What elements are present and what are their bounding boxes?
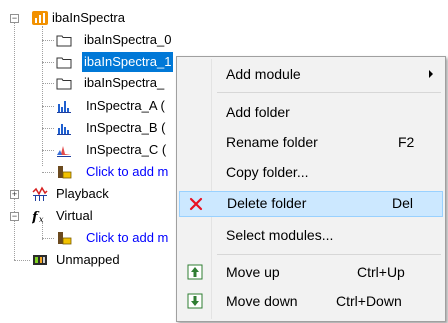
menu-item-move-down[interactable]: Move down Ctrl+Down xyxy=(179,289,443,315)
menu-item-label: Move up xyxy=(226,264,280,280)
tree-node-label: ibaInSpectra_0 xyxy=(84,32,172,47)
svg-text:x: x xyxy=(39,215,44,224)
menu-item-rename-folder[interactable]: Rename folder F2 xyxy=(179,130,443,156)
menu-item-label: Add module xyxy=(226,66,301,82)
menu-item-move-up[interactable]: Move up Ctrl+Up xyxy=(179,260,443,286)
menu-item-add-module[interactable]: Add module xyxy=(179,62,443,88)
unmapped-icon xyxy=(33,255,47,265)
collapse-toggle[interactable]: − xyxy=(10,212,19,221)
tree-node-label: Virtual xyxy=(56,208,93,223)
menu-item-copy-folder[interactable]: Copy folder... xyxy=(179,160,443,186)
tree-node-label: InSpectra_A ( xyxy=(86,98,165,113)
collapse-toggle[interactable]: − xyxy=(10,14,19,23)
tree-node-label: InSpectra_C ( xyxy=(86,142,167,157)
menu-item-shortcut: Del xyxy=(392,195,414,211)
context-menu: Add module Add folder Rename folder F2 C… xyxy=(176,56,446,322)
tree-node-label: ibaInSpectra xyxy=(52,10,125,25)
delete-x-icon xyxy=(189,197,203,211)
menu-item-label: Delete folder xyxy=(227,195,307,211)
spectrum-module-icon xyxy=(57,124,71,135)
menu-item-shortcut: F2 xyxy=(398,134,415,150)
spectrum-module-icon xyxy=(57,101,71,113)
add-module-icon xyxy=(58,232,72,245)
folder-icon xyxy=(56,78,72,90)
menu-item-shortcut: Ctrl+Down xyxy=(336,293,402,309)
menu-separator xyxy=(217,92,441,93)
tree-node-label: Click to add m xyxy=(86,230,169,245)
menu-item-add-folder[interactable]: Add folder xyxy=(179,100,443,126)
menu-item-delete-folder[interactable]: Delete folder Del xyxy=(179,191,443,217)
move-down-icon xyxy=(187,293,203,309)
tree-node-label: InSpectra_B ( xyxy=(86,120,166,135)
tree-node-label-selected: ibaInSpectra_1 xyxy=(82,52,174,72)
menu-item-label: Select modules... xyxy=(226,227,334,243)
menu-item-label: Copy folder... xyxy=(226,164,309,180)
add-module-icon xyxy=(58,166,72,179)
submenu-arrow-icon xyxy=(429,70,433,78)
tree-node-label: Click to add m xyxy=(86,164,169,179)
tree-node-label: Playback xyxy=(56,186,109,201)
tree-node-ibainspectra[interactable]: − ibaInSpectra xyxy=(10,8,170,28)
tree-node-label: ibaInSpectra_ xyxy=(84,75,165,90)
spectrum-curve-module-icon xyxy=(57,146,71,157)
move-up-icon xyxy=(187,264,203,280)
menu-item-label: Add folder xyxy=(226,104,290,120)
menu-item-label: Rename folder xyxy=(226,134,318,150)
ibainspectra-module-icon xyxy=(32,11,48,25)
menu-item-shortcut: Ctrl+Up xyxy=(357,264,405,280)
playback-icon xyxy=(32,186,48,201)
menu-item-select-modules[interactable]: Select modules... xyxy=(179,223,443,249)
function-icon: f x xyxy=(32,210,44,224)
tree-node-label: Unmapped xyxy=(56,252,120,267)
menu-separator xyxy=(217,254,441,255)
menu-item-label: Move down xyxy=(226,293,298,309)
folder-icon xyxy=(56,35,72,47)
expand-toggle[interactable]: + xyxy=(10,190,19,199)
folder-icon xyxy=(56,57,72,69)
